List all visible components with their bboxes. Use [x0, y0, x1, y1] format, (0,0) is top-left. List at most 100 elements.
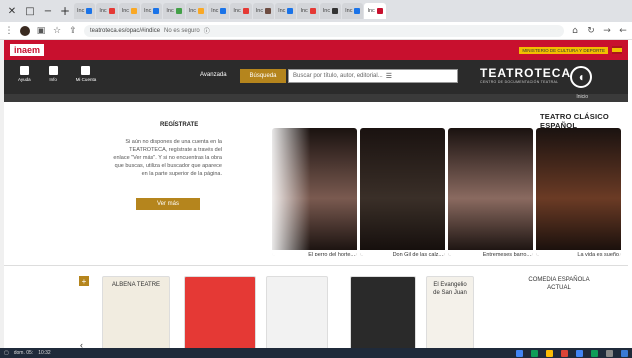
book-title: El Evangelio de San Juan	[433, 282, 467, 296]
browser-tab[interactable]: Inc	[208, 3, 230, 19]
search-input[interactable]: Buscar por título, autor, editorial... ☰	[288, 69, 458, 83]
register-text: Si aún no dispones de una cuenta en la T…	[113, 139, 222, 177]
bookmark-star-icon[interactable]: ☆	[52, 26, 62, 36]
profile-avatar[interactable]	[20, 25, 30, 36]
user-nav-account[interactable]: Mi Cuenta	[75, 66, 97, 82]
tab-label: Inc	[255, 8, 264, 14]
carousel-classic: La vida es sueño Entremeses barro... Don G…	[230, 128, 628, 264]
taskbar-date: dom. 05:	[13, 350, 34, 356]
book-cover[interactable]	[350, 276, 416, 352]
browser-addressbar: ⋮ ▣ ☆ ⇪ teatroteca.es/opac/#indice No es…	[0, 22, 632, 40]
extension-icon[interactable]: ▣	[36, 26, 46, 36]
play-card-caption: Don Gil de las calz...	[360, 250, 445, 256]
chrome-icon[interactable]	[516, 349, 523, 357]
tab-label: Inc	[77, 8, 85, 14]
carousel-comedia: El Evangelio de San Juan ALBENA TEATRE	[96, 276, 506, 352]
book-cover[interactable]	[184, 276, 256, 352]
browser-tab[interactable]: Inc	[297, 3, 319, 19]
new-tab-button[interactable]: +	[58, 4, 72, 18]
add-icon[interactable]: +	[79, 276, 89, 286]
browser-tab[interactable]: Inc	[319, 3, 342, 19]
account-icon	[81, 66, 91, 75]
app-icon[interactable]	[591, 349, 598, 357]
close-window-icon[interactable]: ✕	[4, 3, 20, 19]
tab-label: Inc	[144, 8, 152, 14]
app-icon[interactable]	[576, 349, 583, 357]
menu-dots-icon[interactable]: ⋮	[4, 26, 14, 36]
book-cover[interactable]	[266, 276, 328, 352]
tab-favicon-icon	[198, 8, 205, 14]
advanced-search-link[interactable]: Avanzada	[200, 72, 227, 78]
browser-tabbar: ✕ □ − + Inc Inc Inc Inc Inc Inc Inc Inc Inc Inc In…	[0, 0, 632, 22]
tab-label: Inc	[211, 8, 219, 14]
section-divider	[4, 265, 628, 266]
notification-icon[interactable]: ▢	[4, 350, 9, 356]
tab-label: Inc	[367, 8, 375, 14]
user-nav-help[interactable]: Ayuda	[18, 66, 31, 82]
site-header: Ayuda Info Mi Cuenta Avanzada Búsqueda Bus…	[4, 60, 628, 94]
taskbar-apps	[516, 349, 628, 357]
browser-tab[interactable]: Inc	[118, 3, 141, 19]
app-icon[interactable]	[561, 349, 568, 357]
search-button[interactable]: Búsqueda	[240, 69, 286, 83]
user-nav-label: Mi Cuenta	[75, 77, 97, 82]
play-card[interactable]: Don Gil de las calz...	[360, 128, 445, 256]
browser-tab[interactable]: Inc	[275, 3, 297, 19]
browser-tab[interactable]: Inc	[185, 3, 208, 19]
tab-label: Inc	[99, 8, 107, 14]
folder-icon[interactable]	[546, 349, 553, 357]
page-root: ✕ □ − + Inc Inc Inc Inc Inc Inc Inc Inc Inc Inc In…	[0, 0, 632, 358]
play-card[interactable]: La vida es sueño	[536, 128, 621, 256]
browser-tab[interactable]: Inc	[252, 3, 275, 19]
url-field[interactable]: teatroteca.es/opac/#indice No es seguro …	[84, 24, 564, 37]
tab-favicon-icon	[354, 8, 361, 14]
share-icon[interactable]: ⇪	[68, 26, 78, 36]
reload-icon[interactable]: ↻	[586, 26, 596, 36]
gov-brand: MINISTERIO DE CULTURA Y DEPORTE	[519, 46, 622, 54]
browser-tab[interactable]: Inc	[342, 3, 364, 19]
book-cover[interactable]: El Evangelio de San Juan	[426, 276, 474, 352]
gov-label: MINISTERIO DE CULTURA Y DEPORTE	[519, 46, 608, 54]
tab-label: Inc	[278, 8, 286, 14]
info-icon	[48, 66, 58, 75]
home-icon[interactable]: ⌂	[570, 26, 580, 36]
app-icon[interactable]	[531, 349, 538, 357]
tab-label: Inc	[166, 8, 174, 14]
inaem-logo[interactable]: inaem	[10, 44, 45, 56]
tab-label: Inc	[322, 8, 331, 14]
browser-tab[interactable]: Inc	[74, 3, 96, 19]
gov-bar: inaem MINISTERIO DE CULTURA Y DEPORTE	[4, 40, 628, 60]
tab-label: Inc	[188, 8, 197, 14]
filter-menu-icon[interactable]: ☰	[386, 72, 392, 80]
search-icon[interactable]	[606, 349, 613, 357]
play-card[interactable]: El perro del horte...	[272, 128, 357, 256]
browser-tab[interactable]: Inc	[141, 3, 163, 19]
book-cover[interactable]: ALBENA TEATRE	[102, 276, 170, 352]
user-nav-info[interactable]: Info	[48, 66, 58, 82]
start-icon[interactable]	[621, 349, 628, 357]
info-icon: ⓘ	[203, 29, 210, 35]
play-card-caption: La vida es sueño	[536, 250, 621, 256]
breadcrumb: Inicio	[4, 94, 628, 102]
maximize-window-icon[interactable]: □	[22, 3, 38, 19]
breadcrumb-home[interactable]: Inicio	[576, 94, 588, 100]
browser-tab[interactable]: Inc	[96, 3, 118, 19]
forward-icon[interactable]: →	[602, 26, 612, 36]
play-card[interactable]: Entremeses barro...	[448, 128, 533, 256]
tab-favicon-icon	[287, 8, 294, 14]
minimize-window-icon[interactable]: −	[40, 3, 56, 19]
tab-label: Inc	[121, 8, 130, 14]
logo-subtitle: CENTRO DE DOCUMENTACIÓN TEATRAL	[480, 80, 559, 84]
see-more-button[interactable]: Ver más	[136, 198, 200, 210]
address-text: teatroteca.es/opac/#indice	[90, 27, 161, 34]
tab-favicon-icon	[108, 8, 115, 14]
tab-favicon-icon	[309, 8, 316, 14]
browser-tab[interactable]: Inc	[364, 3, 386, 19]
taskbar-time: 10:32	[38, 350, 51, 356]
browser-tab[interactable]: Inc	[163, 3, 185, 19]
tab-favicon-icon	[86, 8, 93, 14]
teatroteca-logo[interactable]: TEATROTECA CENTRO DE DOCUMENTACIÓN TEATR…	[480, 66, 570, 90]
tab-favicon-icon	[265, 8, 272, 14]
back-icon[interactable]: ←	[618, 26, 628, 36]
browser-tab[interactable]: Inc	[230, 3, 252, 19]
